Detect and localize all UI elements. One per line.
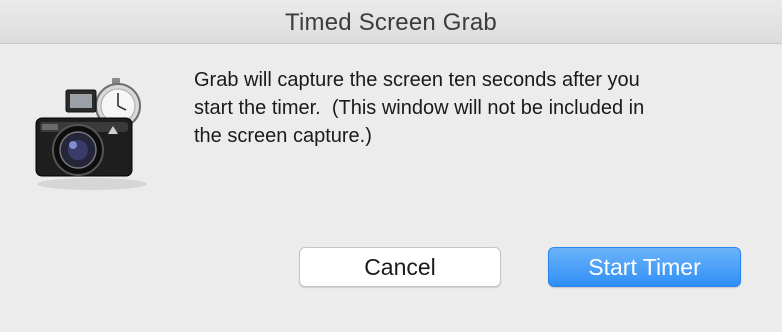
camera-stopwatch-icon bbox=[35, 78, 147, 190]
window-title: Timed Screen Grab bbox=[285, 9, 497, 36]
message-line: Grab will capture the screen ten seconds… bbox=[194, 69, 640, 91]
dialog-message: Grab will capture the screen ten seconds… bbox=[194, 66, 754, 150]
message-line: start the timer. (This window will not b… bbox=[194, 97, 645, 119]
cancel-button[interactable]: Cancel bbox=[299, 247, 501, 287]
start-timer-button[interactable]: Start Timer bbox=[548, 247, 741, 287]
message-line: the screen capture.) bbox=[194, 125, 372, 147]
title-bar[interactable]: Timed Screen Grab bbox=[0, 0, 782, 44]
timed-screen-grab-dialog: Timed Screen Grab Grab will capture the … bbox=[0, 0, 782, 332]
